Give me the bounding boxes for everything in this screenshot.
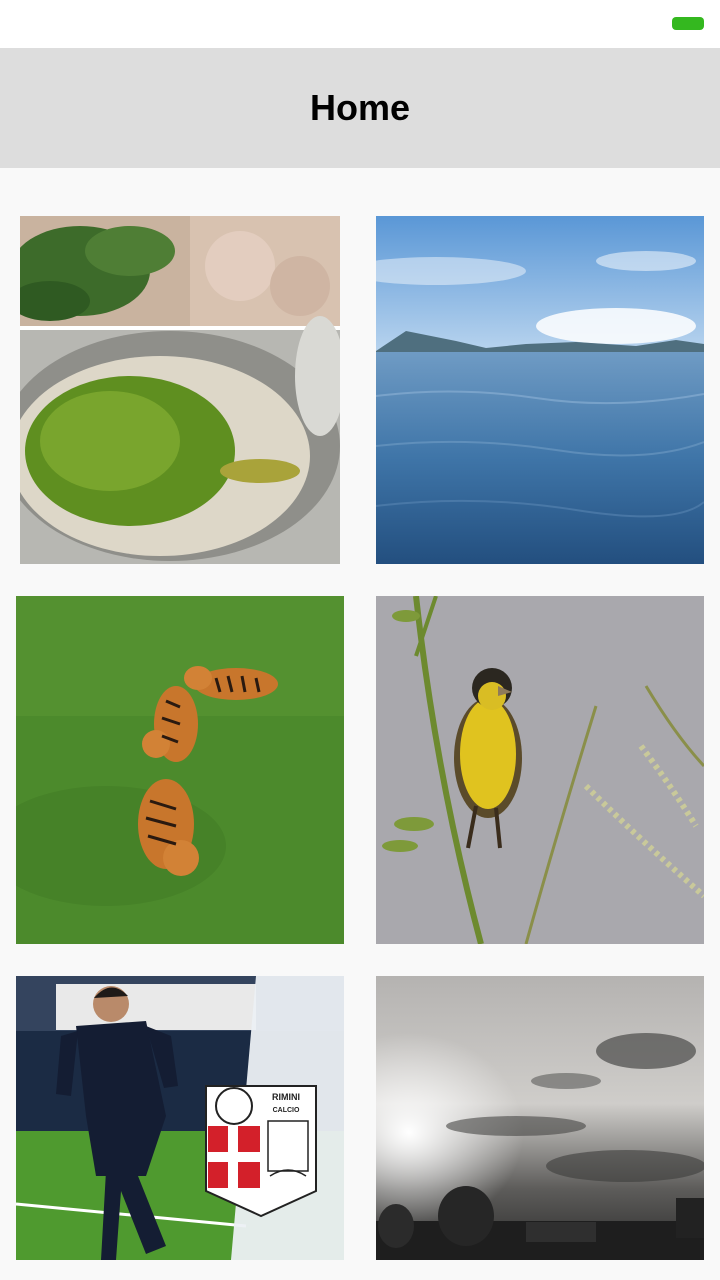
battery-icon (672, 17, 704, 30)
rimini-calcio-logo: RIMINI CALCIO (205, 1085, 317, 1218)
status-bar (0, 0, 720, 48)
page-title: Home (309, 87, 411, 128)
photo-tile-bird[interactable] (376, 596, 704, 944)
bird-photo (376, 596, 704, 944)
photo-grid: RIMINI CALCIO (0, 168, 720, 1280)
sea-photo (376, 216, 704, 564)
photo-tile-tigers[interactable] (16, 596, 344, 944)
app-bar: Home (0, 48, 720, 168)
sky-photo (376, 976, 704, 1260)
pesto-photo (20, 216, 340, 564)
logo-text-calcio: CALCIO (273, 1107, 300, 1114)
photo-tile-football[interactable]: RIMINI CALCIO (16, 976, 344, 1260)
football-photo: RIMINI CALCIO (16, 976, 344, 1260)
photo-tile-sea[interactable] (376, 216, 704, 564)
logo-text-rimini: RIMINI (272, 1092, 300, 1102)
photo-tile-sky[interactable] (376, 976, 704, 1260)
photo-tile-pesto[interactable] (20, 216, 340, 564)
tigers-photo (16, 596, 344, 944)
